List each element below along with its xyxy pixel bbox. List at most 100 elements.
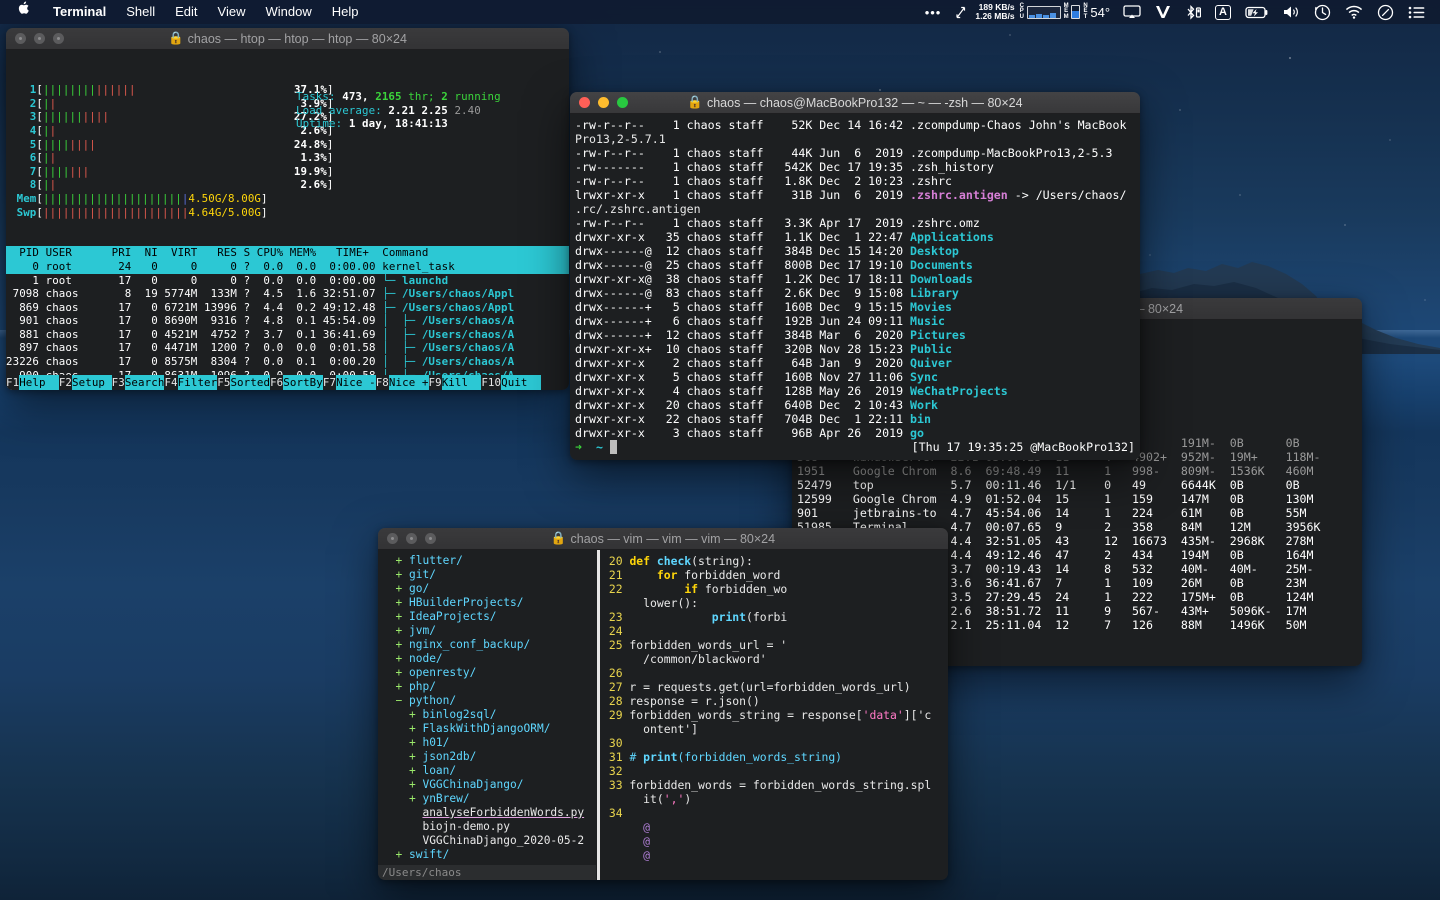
tree-node-label[interactable]: jvm/ [409,624,436,637]
time-machine-icon[interactable] [1307,0,1338,24]
menu-view[interactable]: View [208,0,256,24]
airplay-icon[interactable] [1116,0,1148,24]
code-line[interactable]: @ [602,820,948,834]
tree-node-label[interactable]: node/ [409,652,443,665]
tree-toggle-icon[interactable]: + [409,722,416,735]
fkey-f2[interactable]: F2 [59,375,72,390]
htop-window-controls[interactable] [6,33,64,44]
zsh-titlebar[interactable]: 🔒 chaos — chaos@MacBookPro132 — ~ — -zsh… [570,92,1140,114]
close-button[interactable] [15,33,26,44]
vim-code-pane[interactable]: 20 def check(string): 21 for forbidden_w… [602,550,948,880]
tree-toggle-icon[interactable]: + [395,680,402,693]
list-item[interactable]: + FlaskWithDjangoORM/ [382,722,596,736]
minimize-button[interactable] [34,33,45,44]
code-line[interactable]: ontent'] [602,722,948,736]
list-item[interactable]: + loan/ [382,764,596,778]
code-line[interactable]: 21 for forbidden_word [602,568,948,582]
htop-process-table[interactable]: PID USER PRI NI VIRT RES S CPU% MEM% TIM… [6,246,569,390]
tree-node-label[interactable]: swift/ [409,848,449,861]
input-source-icon[interactable]: A [1208,0,1238,24]
apple-logo-icon[interactable] [0,0,43,24]
code-line[interactable]: 25 forbidden_words_url = ' [602,638,948,652]
network-speed-indicator[interactable]: 189 KB/s 1.26 MB/s [973,3,1018,22]
minimize-button[interactable] [406,533,417,544]
bluetooth-icon[interactable] [1178,0,1208,24]
tree-node-label[interactable]: FlaskWithDjangoORM/ [422,722,550,735]
list-item[interactable]: + git/ [382,568,596,582]
list-item[interactable]: + VGGChinaDjango/ [382,778,596,792]
terminal-window-vim[interactable]: 🔒 chaos — vim — vim — vim — 80×24 + flut… [378,528,948,880]
list-item[interactable]: + go/ [382,582,596,596]
tree-toggle-icon[interactable]: + [395,666,402,679]
zoom-button[interactable] [53,33,64,44]
tree-toggle-icon[interactable]: + [395,610,402,623]
fkey-f6[interactable]: F6 [270,375,283,390]
zsh-window-controls[interactable] [570,97,628,108]
vim-editor-body[interactable]: + flutter/ + git/ + go/ + HBuilderProjec… [378,550,948,880]
fkey-f3[interactable]: F3 [112,375,125,390]
tree-node-label[interactable]: openresty/ [409,666,476,679]
close-button[interactable] [387,533,398,544]
zoom-button[interactable] [425,533,436,544]
list-item[interactable]: + jvm/ [382,624,596,638]
fkey-f8-label[interactable]: Nice + [389,375,429,390]
htop-titlebar[interactable]: 🔒 chaos — htop — htop — htop — 80×24 [6,28,569,50]
vim-window-controls[interactable] [378,533,436,544]
menu-edit[interactable]: Edit [165,0,207,24]
tree-toggle-icon[interactable]: + [409,736,416,749]
tree-toggle-icon[interactable]: + [409,792,416,805]
tree-node-label[interactable]: php/ [409,680,436,693]
control-center-icon[interactable] [1401,0,1432,24]
code-line[interactable]: 32 [602,764,948,778]
list-item[interactable]: + php/ [382,680,596,694]
tree-toggle-icon[interactable]: + [409,708,416,721]
code-line[interactable]: 24 [602,624,948,638]
expand-arrows-icon[interactable] [948,0,973,24]
menu-terminal[interactable]: Terminal [43,0,116,24]
tree-node-label[interactable]: ynBrew/ [422,792,469,805]
code-line[interactable]: 22 if forbidden_wo [602,582,948,596]
list-item[interactable]: + ynBrew/ [382,792,596,806]
fkey-f5-label[interactable]: Sorted [230,375,270,390]
tree-node-label[interactable]: json2db/ [422,750,476,763]
code-line[interactable]: 31 # print(forbidden_words_string) [602,750,948,764]
fkey-f1[interactable]: F1 [6,375,19,390]
tree-node-label[interactable]: IdeaProjects/ [409,610,497,623]
list-item[interactable]: + HBuilderProjects/ [382,596,596,610]
vim-nerdtree-sidebar[interactable]: + flutter/ + git/ + go/ + HBuilderProjec… [378,550,596,880]
v-logo-icon[interactable] [1148,0,1178,24]
battery-charging-icon[interactable] [1238,0,1276,24]
tree-toggle-icon[interactable]: + [395,596,402,609]
menu-shell[interactable]: Shell [116,0,165,24]
fkey-f10[interactable]: F10 [481,375,501,390]
tree-node-label[interactable]: git/ [409,568,436,581]
menu-help[interactable]: Help [322,0,369,24]
fkey-f10-label[interactable]: Quit [501,375,541,390]
code-line[interactable]: 30 [602,736,948,750]
list-item[interactable]: + flutter/ [382,554,596,568]
fkey-f4[interactable]: F4 [164,375,177,390]
code-line[interactable]: 33 forbidden_words = forbidden_words_str… [602,778,948,792]
code-line[interactable]: 34 [602,806,948,820]
tree-toggle-icon[interactable]: − [395,694,402,707]
fkey-f6-label[interactable]: SortBy [283,375,323,390]
cpu-history-graph[interactable] [1027,6,1061,19]
menu-window[interactable]: Window [256,0,322,24]
code-line[interactable]: 27 r = requests.get(url=forbidden_words_… [602,680,948,694]
code-line[interactable]: 28 response = r.json() [602,694,948,708]
siri-icon[interactable] [1370,0,1401,24]
tree-node-label[interactable]: VGGChinaDjango/ [422,778,523,791]
list-item[interactable]: + h01/ [382,736,596,750]
list-item[interactable]: + nginx_conf_backup/ [382,638,596,652]
fkey-f9[interactable]: F9 [429,375,442,390]
list-item[interactable]: biojn-demo.py [382,820,596,834]
tree-node-label[interactable]: HBuilderProjects/ [409,596,524,609]
tree-toggle-icon[interactable]: + [395,568,402,581]
code-line[interactable]: @ [602,834,948,848]
close-button[interactable] [579,97,590,108]
tree-node-label[interactable]: h01/ [422,736,449,749]
list-item[interactable]: analyseForbiddenWords.py [382,806,596,820]
vim-titlebar[interactable]: 🔒 chaos — vim — vim — vim — 80×24 [378,528,948,550]
wifi-icon[interactable] [1338,0,1370,24]
zsh-terminal-content[interactable]: -rw-r--r-- 1 chaos staff 52K Dec 14 16:4… [570,114,1140,460]
